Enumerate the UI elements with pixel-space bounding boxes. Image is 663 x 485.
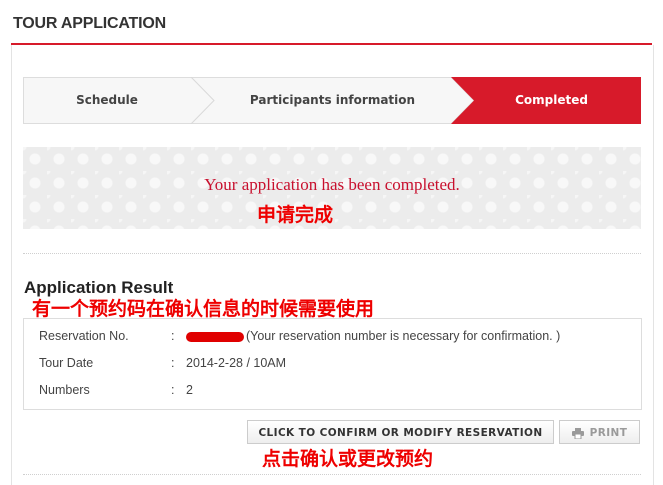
colon: :	[171, 383, 175, 397]
result-row-tour-date: Tour Date : 2014-2-28 / 10AM	[24, 350, 641, 376]
colon: :	[171, 329, 175, 343]
annotation-reservation-code: 有一个预约码在确认信息的时候需要使用	[32, 298, 375, 320]
result-row-reservation: Reservation No. : (Your reservation numb…	[24, 323, 641, 349]
confirm-modify-reservation-button[interactable]: CLICK TO CONFIRM OR MODIFY RESERVATION	[247, 420, 554, 444]
step-participants-information: Participants information	[249, 93, 416, 107]
step-schedule: Schedule	[76, 93, 138, 107]
annotation-completed: 申请完成	[257, 204, 334, 226]
page-title: TOUR APPLICATION	[13, 15, 166, 32]
print-label: PRINT	[589, 427, 628, 439]
print-button[interactable]: PRINT	[559, 420, 640, 444]
reservation-value: (Your reservation number is necessary fo…	[186, 329, 560, 343]
numbers-value: 2	[186, 383, 193, 397]
reservation-note: (Your reservation number is necessary fo…	[246, 329, 561, 343]
progress-steps: Schedule Participants information Comple…	[23, 77, 641, 124]
result-row-numbers: Numbers : 2	[24, 377, 641, 403]
numbers-label: Numbers	[39, 383, 90, 397]
printer-icon	[571, 427, 584, 439]
step-completed: Completed	[515, 93, 588, 107]
colon: :	[171, 356, 175, 370]
redaction-mark	[186, 331, 244, 342]
reservation-label: Reservation No.	[39, 329, 129, 343]
bottom-divider	[23, 474, 641, 475]
section-divider	[23, 253, 641, 254]
tour-date-label: Tour Date	[39, 356, 94, 370]
tour-date-value: 2014-2-28 / 10AM	[186, 356, 287, 370]
annotation-confirm-or-modify: 点击确认或更改预约	[262, 448, 434, 470]
completion-message: Your application has been completed.	[204, 175, 460, 194]
application-result-box: Reservation No. : (Your reservation numb…	[23, 318, 642, 410]
